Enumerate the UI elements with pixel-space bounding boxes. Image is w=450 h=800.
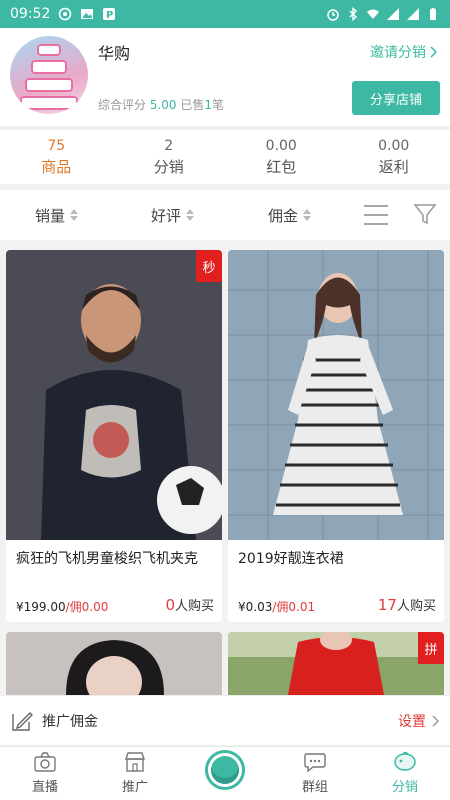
product-title: 疯狂的飞机男童梭织飞机夹克 <box>16 551 198 567</box>
promotion-commission-bar[interactable]: 推广佣金 设置 <box>0 695 450 745</box>
battery-icon <box>430 8 436 20</box>
status-time: 09:52 <box>10 6 51 22</box>
product-image <box>6 250 222 540</box>
product-image <box>6 632 222 695</box>
chevron-right-icon <box>432 714 440 727</box>
product-card[interactable]: 拼 <box>228 632 444 695</box>
invite-distribution-link[interactable]: 邀请分销 <box>370 42 438 62</box>
filter-bar: 销量 好评 佣金 <box>0 190 450 240</box>
wifi-icon <box>367 9 379 19</box>
sort-by-sales[interactable]: 销量 <box>35 205 79 226</box>
product-price: ¥199.00/佣0.00 <box>16 600 109 614</box>
chevron-right-icon <box>430 46 438 58</box>
image-icon <box>81 9 94 19</box>
promotion-settings-link[interactable]: 设置 <box>398 711 440 731</box>
list-view-icon[interactable] <box>363 204 389 226</box>
group-buy-tag: 拼 <box>418 632 444 664</box>
sort-arrows-icon <box>186 209 195 221</box>
filter-funnel-icon[interactable] <box>413 202 437 226</box>
sort-arrows-icon <box>303 209 312 221</box>
product-card[interactable]: 2019好靓连衣裙 ¥0.03/佣0.01 17人购买 <box>228 250 444 622</box>
sort-by-commission[interactable]: 佣金 <box>268 205 312 226</box>
camera-icon <box>34 752 56 772</box>
p-app-icon: P <box>103 8 116 21</box>
stat-rebate[interactable]: 0.00 返利 <box>338 130 450 184</box>
flash-sale-tag: 秒 <box>196 250 222 282</box>
tab-groups[interactable]: 群组 <box>270 747 360 800</box>
product-card[interactable]: 秒 疯狂的飞机男童梭织飞机夹克 ¥199.00/佣0.00 0人购买 <box>6 250 222 622</box>
sort-by-rating[interactable]: 好评 <box>151 205 195 226</box>
share-shop-button[interactable]: 分享店铺 <box>352 81 440 115</box>
svg-text:P: P <box>106 10 113 21</box>
edit-note-icon <box>12 711 33 731</box>
signal-icon <box>387 8 399 20</box>
bluetooth-icon <box>349 7 358 21</box>
product-title: 2019好靓连衣裙 <box>238 551 344 567</box>
piggy-bank-icon <box>394 751 416 771</box>
shop-name: 华购 <box>98 44 131 63</box>
tab-distribution[interactable]: 分销 <box>360 747 450 800</box>
product-card[interactable] <box>6 632 222 695</box>
signal-2-icon <box>407 8 419 20</box>
tab-live[interactable]: 直播 <box>0 747 90 800</box>
shop-rating: 综合评分 5.00 已售1笔 <box>98 98 225 112</box>
product-image <box>228 632 444 695</box>
weibo-icon <box>59 7 72 21</box>
chat-bubble-icon <box>304 753 326 773</box>
center-action-icon <box>205 750 245 790</box>
shop-avatar[interactable] <box>10 36 88 114</box>
tab-center-action[interactable] <box>180 747 270 800</box>
promotion-commission-label: 推广佣金 <box>42 713 98 730</box>
status-bar: 09:52 P <box>0 0 450 28</box>
tab-promote[interactable]: 推广 <box>90 747 180 800</box>
shop-header: 华购 综合评分 5.00 已售1笔 邀请分销 分享店铺 <box>0 28 450 126</box>
storefront-icon <box>125 752 145 772</box>
product-buyers: 0人购买 <box>165 596 214 614</box>
stat-distribution[interactable]: 2 分销 <box>113 130 226 184</box>
product-image <box>228 250 444 540</box>
stat-products[interactable]: 75 商品 <box>0 130 113 184</box>
shop-stats: 75 商品 2 分销 0.00 红包 0.00 返利 <box>0 130 450 184</box>
alarm-icon <box>327 9 339 21</box>
sort-arrows-icon <box>70 209 79 221</box>
product-buyers: 17人购买 <box>377 596 436 614</box>
bottom-tab-bar: 直播 推广 群组 分销 <box>0 746 450 800</box>
stat-red-packet[interactable]: 0.00 红包 <box>225 130 338 184</box>
product-price: ¥0.03/佣0.01 <box>238 600 316 614</box>
